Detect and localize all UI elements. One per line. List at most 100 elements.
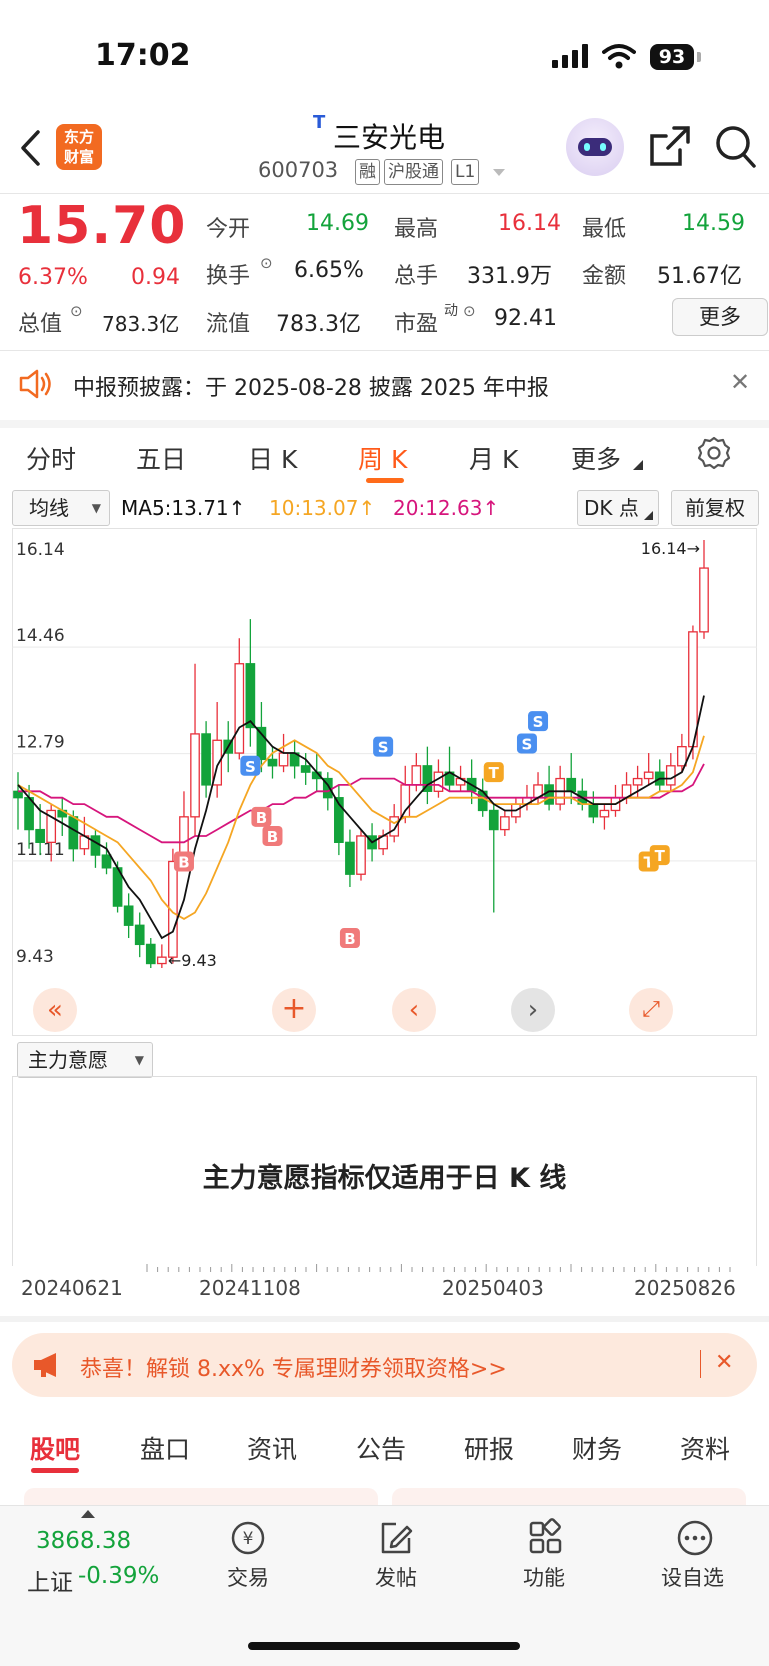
scroll-left-button[interactable]: « <box>33 988 77 1032</box>
more-caret-icon <box>633 460 643 470</box>
signal-marker[interactable]: B <box>339 928 360 949</box>
fullscreen-button[interactable]: ⤢ <box>629 988 673 1032</box>
candle-body <box>588 803 599 818</box>
tab-5day[interactable]: 五日 <box>136 440 186 476</box>
info-icon[interactable]: ⊙ <box>70 302 83 320</box>
tab-intraday[interactable]: 分时 <box>26 440 76 476</box>
pe-value: 92.41 <box>494 306 557 331</box>
change-abs: 0.94 <box>131 265 180 290</box>
active-tab-indicator <box>366 478 404 483</box>
candle-body <box>699 567 709 633</box>
candle-body <box>356 835 366 875</box>
change-pct: 6.37% <box>18 265 88 290</box>
candle-body <box>267 758 278 767</box>
next-button[interactable]: › <box>511 988 555 1032</box>
trade-label[interactable]: 交易 <box>227 1562 269 1592</box>
signal-marker[interactable]: T <box>649 845 670 866</box>
grid-icon[interactable] <box>526 1518 566 1558</box>
float-value: 783.3亿 <box>276 312 361 337</box>
zoom-in-button[interactable]: + <box>272 988 316 1032</box>
candle-body <box>156 956 167 965</box>
volume-value: 331.9万 <box>467 264 552 289</box>
watchlist-label[interactable]: 设自选 <box>661 1562 724 1592</box>
signal-marker[interactable]: B <box>173 851 194 872</box>
compose-icon[interactable] <box>376 1518 416 1558</box>
tab-orderbook[interactable]: 盘口 <box>140 1430 190 1466</box>
content-card <box>24 1488 378 1506</box>
min-price-label: ←9.43 <box>168 951 217 970</box>
y-tick-label: 16.14 <box>16 540 65 560</box>
candle-body <box>345 841 355 875</box>
candle-body <box>665 765 676 786</box>
candle-body <box>234 663 245 754</box>
adjust-select[interactable]: 前复权 <box>671 490 759 526</box>
candle-body <box>24 797 34 831</box>
tab-forum[interactable]: 股吧 <box>30 1430 80 1466</box>
date-label: 20240621 <box>21 1276 123 1300</box>
ma-select[interactable]: 均线 ▼ <box>12 490 110 526</box>
tag-margin: 融 <box>355 159 380 185</box>
ma5-value: MA5:13.71↑ <box>121 496 246 520</box>
signal-marker[interactable]: B <box>262 825 283 846</box>
info-icon[interactable]: ⊙ <box>463 302 476 320</box>
battery-tip <box>697 52 701 62</box>
dk-select[interactable]: DK 点 <box>577 490 659 526</box>
close-icon[interactable]: ✕ <box>715 1350 733 1375</box>
signal-marker[interactable]: S <box>528 711 549 732</box>
trade-icon[interactable]: ¥ <box>228 1518 268 1558</box>
signal-label: S <box>245 758 256 776</box>
tab-finance[interactable]: 财务 <box>572 1430 622 1466</box>
amount-value: 51.67亿 <box>657 264 742 289</box>
signal-marker[interactable]: S <box>373 736 394 757</box>
y-tick-label: 14.46 <box>16 626 65 646</box>
close-icon[interactable]: ✕ <box>730 368 750 396</box>
candle-body <box>123 905 134 926</box>
robot-avatar[interactable] <box>566 118 624 176</box>
tab-weekly[interactable]: 周 K <box>358 440 407 476</box>
indicator-message: 主力意愿指标仅适用于日 K 线 <box>202 1163 567 1194</box>
tab-news[interactable]: 资讯 <box>247 1430 297 1466</box>
tab-monthly[interactable]: 月 K <box>469 440 518 476</box>
dropdown-icon[interactable] <box>492 168 506 178</box>
back-icon[interactable] <box>18 128 42 168</box>
tab-more[interactable]: 更多 <box>571 440 621 476</box>
signal-label: S <box>533 713 544 731</box>
info-icon[interactable]: ⊙ <box>260 254 273 272</box>
more-dots-icon[interactable] <box>675 1518 715 1558</box>
candle-body <box>35 828 45 843</box>
tab-research[interactable]: 研报 <box>464 1430 514 1466</box>
settings-icon[interactable] <box>697 436 731 470</box>
compose-label[interactable]: 发帖 <box>375 1562 417 1592</box>
signal-marker[interactable]: S <box>240 755 261 776</box>
dropdown-icon: ▼ <box>91 501 101 515</box>
amount-label: 金额 <box>582 264 627 289</box>
ma20-value: 20:12.63↑ <box>393 496 500 520</box>
date-label: 20241108 <box>199 1276 301 1300</box>
candle-body <box>643 771 654 780</box>
low-value: 14.59 <box>682 211 745 236</box>
tab-announcements[interactable]: 公告 <box>356 1430 406 1466</box>
y-tick-label: 12.79 <box>16 733 65 753</box>
title-badge: T <box>313 112 326 133</box>
promo-text: 恭喜！解锁 8.xx% 专属理财券领取资格>> <box>80 1357 507 1382</box>
y-tick-label: 9.43 <box>16 947 54 967</box>
max-price-label: 16.14→ <box>641 539 700 558</box>
index-name: 上证 <box>27 1570 73 1596</box>
candle-body <box>278 752 289 767</box>
kline-chart[interactable]: 16.1414.4612.7911.119.43SBBBBSTSST T16.14… <box>12 528 757 1036</box>
candle-body <box>13 790 23 799</box>
signal-marker[interactable]: S <box>516 733 537 754</box>
low-label: 最低 <box>582 217 627 242</box>
index-value[interactable]: 3868.38 <box>36 1528 131 1554</box>
indicator-select[interactable]: 主力意愿 ▼ <box>17 1042 153 1078</box>
search-icon[interactable] <box>714 124 758 170</box>
wifi-icon <box>602 44 636 69</box>
function-label[interactable]: 功能 <box>523 1562 565 1592</box>
share-icon[interactable] <box>648 124 692 168</box>
signal-marker[interactable]: B <box>251 806 272 827</box>
more-button[interactable]: 更多 <box>672 298 768 336</box>
tab-daily[interactable]: 日 K <box>248 440 297 476</box>
tab-profile[interactable]: 资料 <box>680 1430 730 1466</box>
signal-marker[interactable]: T <box>483 762 504 783</box>
prev-button[interactable]: ‹ <box>392 988 436 1032</box>
